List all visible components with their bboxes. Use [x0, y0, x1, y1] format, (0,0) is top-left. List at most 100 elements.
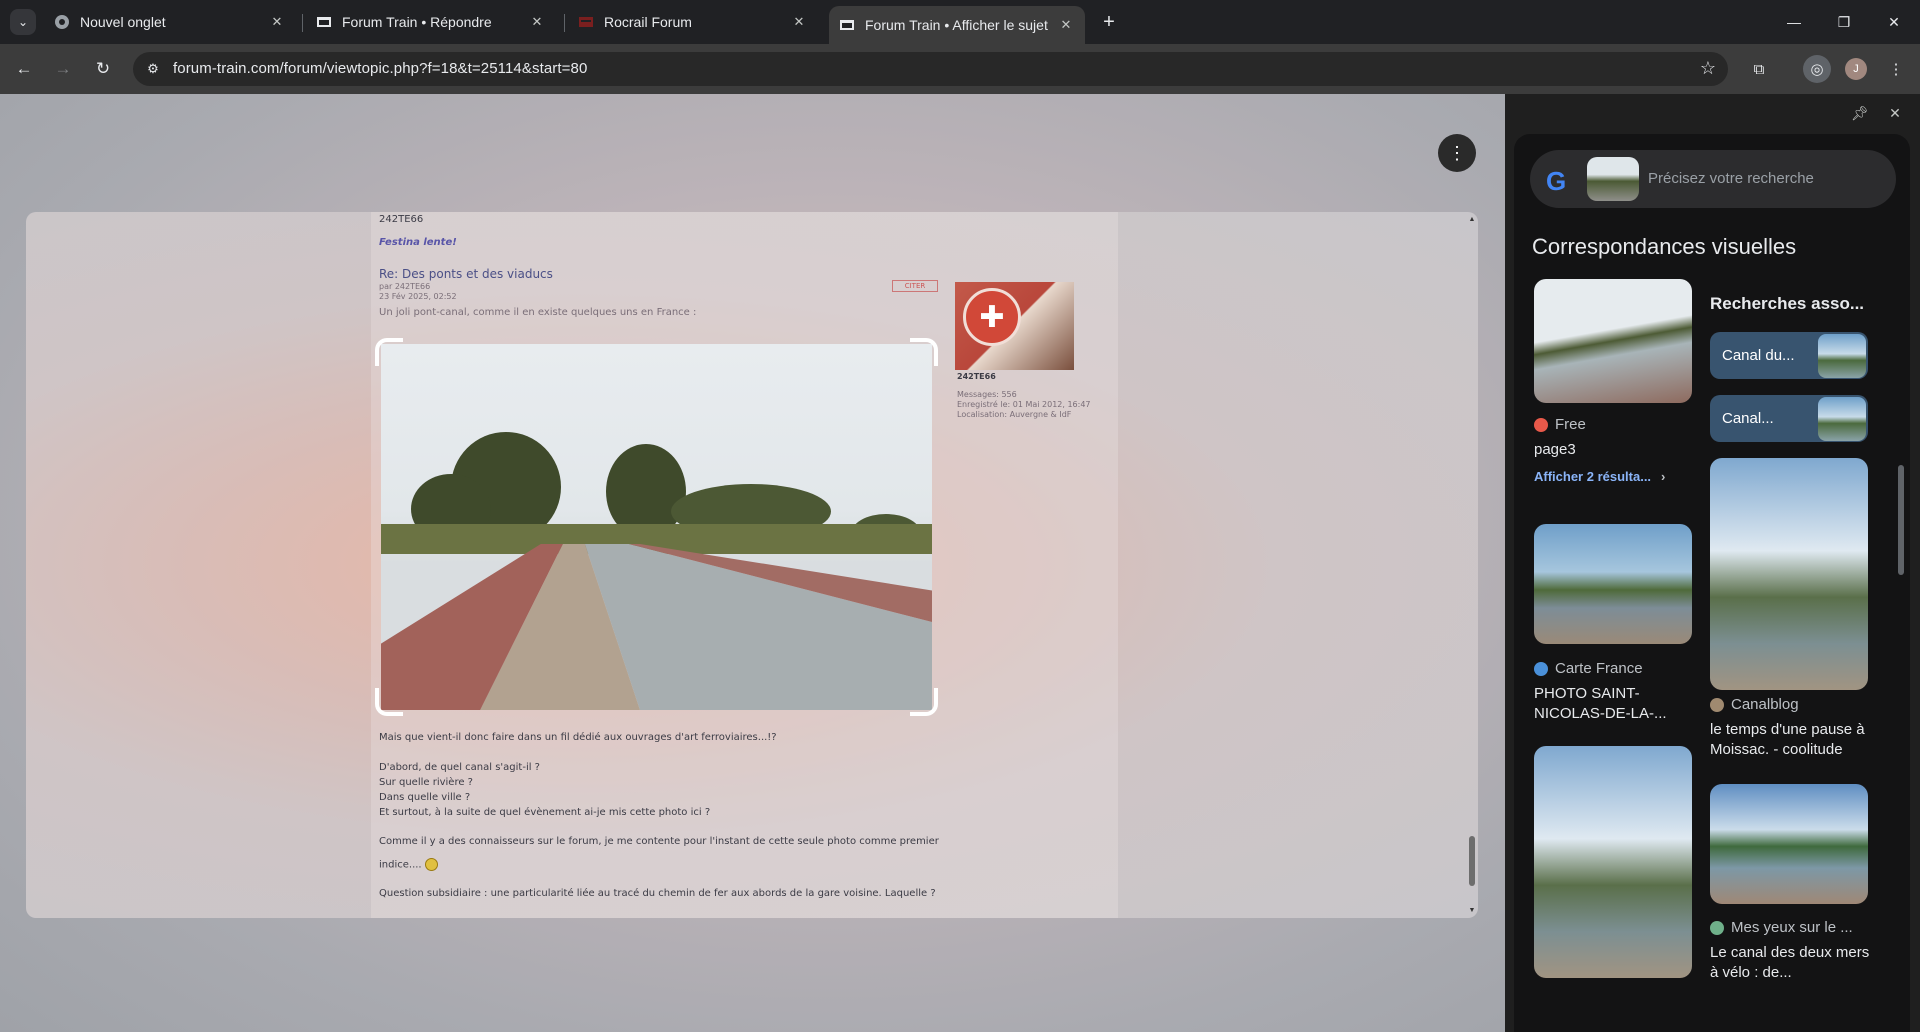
- address-bar[interactable]: ⚙ forum-train.com/forum/viewtopic.php?f=…: [133, 52, 1728, 86]
- result-title[interactable]: PHOTO SAINT-NICOLAS-DE-LA-...: [1534, 684, 1699, 724]
- pin-icon[interactable]: 📌︎: [1850, 103, 1870, 123]
- forum-page-capture: 242TE66 Festina lente! Re: Des ponts et …: [26, 212, 1478, 918]
- close-icon[interactable]: ✕: [1057, 16, 1075, 34]
- post-body-line: D'abord, de quel canal s'agit-il ?: [379, 762, 540, 773]
- back-button[interactable]: ←: [11, 56, 37, 82]
- close-icon[interactable]: ✕: [268, 13, 286, 31]
- plus-icon: +: [1103, 10, 1115, 33]
- tab-new-tab[interactable]: Nouvel onglet ✕: [44, 6, 296, 38]
- result-image[interactable]: [1534, 279, 1692, 403]
- show-more-results-link[interactable]: Afficher 2 résulta... ›: [1534, 469, 1665, 484]
- related-search-chip[interactable]: Canal...: [1710, 395, 1868, 442]
- site-info-icon[interactable]: ⚙: [143, 59, 163, 79]
- signature-motto: Festina lente!: [379, 237, 457, 248]
- result-image[interactable]: [1534, 746, 1692, 978]
- result-title[interactable]: page3: [1534, 440, 1694, 460]
- result-source[interactable]: Mes yeux sur le ...: [1710, 919, 1853, 936]
- arrow-left-icon: ←: [15, 59, 33, 78]
- result-source[interactable]: Canalblog: [1710, 696, 1799, 713]
- chrome-icon: [54, 14, 70, 30]
- forum-train-icon: [839, 17, 855, 33]
- smiley-icon: [424, 858, 438, 871]
- result-title[interactable]: Le canal des deux mers à vélo : de...: [1710, 943, 1875, 983]
- close-icon[interactable]: ✕: [1885, 103, 1905, 123]
- post-body-line: Sur quelle rivière ?: [379, 777, 473, 788]
- restore-button[interactable]: ❐: [1824, 8, 1864, 36]
- related-searches-title: Recherches asso...: [1710, 294, 1865, 313]
- post-intro: Un joli pont-canal, comme il en existe q…: [379, 307, 697, 318]
- selected-image-thumbnail[interactable]: [1587, 157, 1639, 201]
- cross-emblem-icon: ✚: [963, 288, 1021, 346]
- side-scroll-thumb[interactable]: [1898, 465, 1904, 575]
- scroll-up-icon[interactable]: ▲: [1468, 216, 1476, 223]
- forum-train-icon: [316, 14, 332, 30]
- extensions-icon[interactable]: ⧉: [1745, 55, 1773, 83]
- arrow-right-icon: →: [54, 59, 72, 78]
- close-icon[interactable]: ✕: [790, 13, 808, 31]
- post-body-line: Et surtout, à la suite de quel évènement…: [379, 807, 711, 818]
- result-source-name: Carte France: [1555, 660, 1643, 677]
- google-lens-icon[interactable]: ◎: [1803, 55, 1831, 83]
- tab-forum-train-afficher[interactable]: Forum Train • Afficher le sujet - ✕: [829, 6, 1085, 44]
- quote-label: CITER: [904, 282, 926, 290]
- selection-handle-top-right[interactable]: [910, 338, 938, 366]
- result-source[interactable]: Free: [1534, 416, 1586, 433]
- post-body-line: Dans quelle ville ?: [379, 792, 471, 803]
- carte-france-favicon-icon: [1534, 661, 1548, 676]
- tab-forum-train-repondre[interactable]: Forum Train • Répondre ✕: [306, 6, 556, 38]
- quote-button[interactable]: CITER: [892, 280, 938, 292]
- lens-search-placeholder[interactable]: Précisez votre recherche: [1648, 170, 1814, 187]
- result-image[interactable]: [1710, 458, 1868, 690]
- lens-search-box[interactable]: G Précisez votre recherche: [1530, 150, 1896, 208]
- avatar-initial: J: [1853, 63, 1859, 75]
- page-scrollbar[interactable]: ▲ ▼: [1468, 216, 1476, 914]
- tab-rocrail-forum[interactable]: Rocrail Forum ✕: [568, 6, 818, 38]
- show-more-label: Afficher 2 résulta...: [1534, 469, 1652, 484]
- close-icon[interactable]: ✕: [528, 13, 546, 31]
- tab-search-button[interactable]: ⌄: [10, 9, 36, 35]
- forward-button[interactable]: →: [50, 56, 76, 82]
- post-body-text: indice....: [379, 859, 422, 871]
- window-close-button[interactable]: ✕: [1874, 8, 1914, 36]
- post-body-line: indice....: [379, 858, 438, 871]
- url-text: forum-train.com/forum/viewtopic.php?f=18…: [173, 60, 588, 77]
- tab-strip: ⌄ Nouvel onglet ✕ Forum Train • Répondre…: [0, 0, 1920, 44]
- result-title[interactable]: le temps d'une pause à Moissac. - coolit…: [1710, 720, 1875, 760]
- scroll-thumb[interactable]: [1469, 836, 1475, 886]
- chip-label: Canal...: [1722, 410, 1774, 427]
- minimize-button[interactable]: —: [1774, 8, 1814, 36]
- result-source-name: Mes yeux sur le ...: [1731, 919, 1853, 936]
- selection-handle-bottom-right[interactable]: [910, 688, 938, 716]
- avatar[interactable]: J: [1845, 58, 1867, 80]
- selection-handle-bottom-left[interactable]: [375, 688, 403, 716]
- chip-label: Canal du...: [1722, 347, 1795, 364]
- post-title[interactable]: Re: Des ponts et des viaducs: [379, 267, 553, 281]
- post-body-line: Question subsidiaire : une particularité…: [379, 888, 936, 899]
- restore-icon: ❐: [1837, 13, 1851, 30]
- related-search-chip[interactable]: Canal du...: [1710, 332, 1868, 379]
- google-logo-icon: G: [1546, 166, 1567, 196]
- result-image[interactable]: [1710, 784, 1868, 904]
- chevron-down-icon: ⌄: [17, 15, 29, 29]
- new-tab-button[interactable]: +: [1097, 10, 1121, 34]
- result-source-name: Free: [1555, 416, 1586, 433]
- canalblog-favicon-icon: [1710, 697, 1724, 712]
- selection-handle-top-left[interactable]: [375, 338, 403, 366]
- reload-button[interactable]: ↻: [90, 56, 116, 82]
- result-image[interactable]: [1534, 524, 1692, 644]
- lens-overlay-menu-button[interactable]: ⋮: [1438, 134, 1476, 172]
- bookmark-star-icon[interactable]: ☆: [1700, 58, 1716, 79]
- scroll-down-icon[interactable]: ▼: [1468, 907, 1476, 914]
- post-body-line: Comme il y a des connaisseurs sur le for…: [379, 836, 939, 847]
- chevron-right-icon: ›: [1661, 469, 1666, 484]
- side-panel-scrollbar[interactable]: [1896, 220, 1906, 1020]
- minimize-icon: —: [1787, 14, 1801, 30]
- result-source[interactable]: Carte France: [1534, 660, 1643, 677]
- result-source-name: Canalblog: [1731, 696, 1799, 713]
- tab-title: Forum Train • Répondre: [342, 14, 492, 30]
- more-menu-icon[interactable]: ⋮: [1882, 55, 1910, 83]
- free-favicon-icon: [1534, 417, 1548, 432]
- author-avatar: ✚: [955, 282, 1074, 370]
- author-name[interactable]: 242TE66: [957, 372, 996, 381]
- tab-title: Forum Train • Afficher le sujet -: [865, 17, 1051, 33]
